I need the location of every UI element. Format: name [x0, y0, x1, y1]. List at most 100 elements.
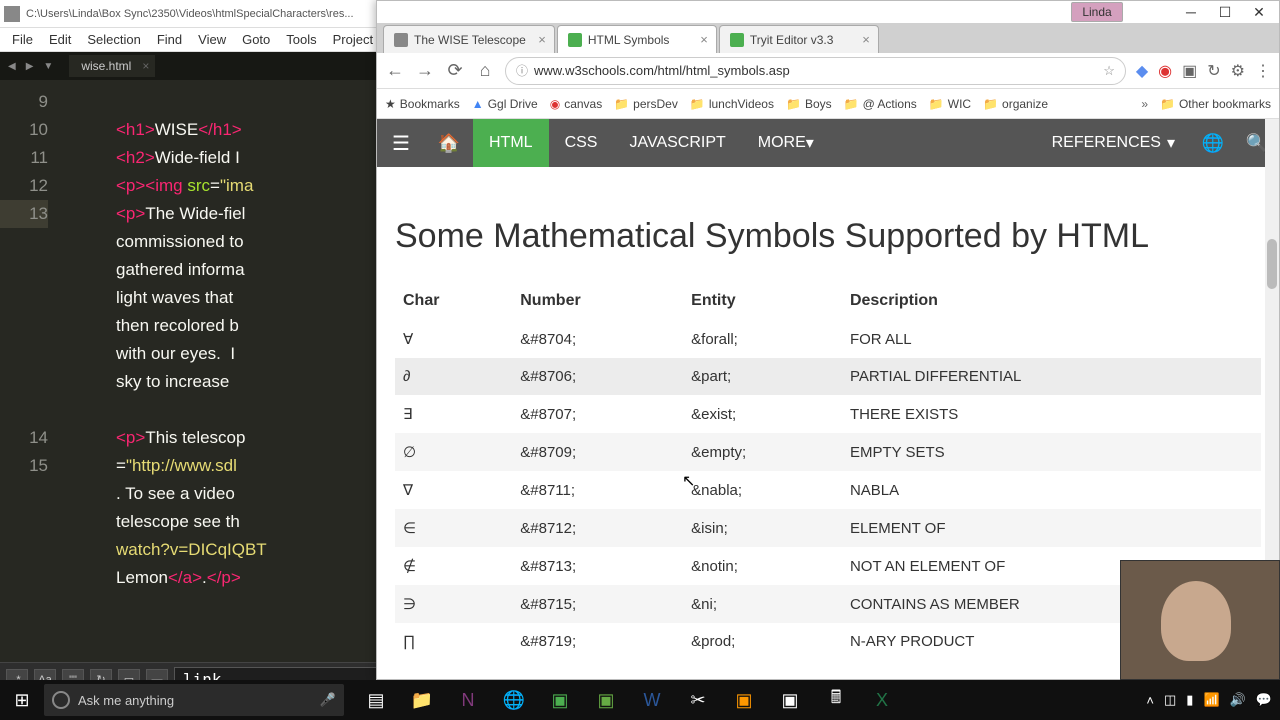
- url-bar[interactable]: ⓘ www.w3schools.com/html/html_symbols.as…: [505, 57, 1126, 85]
- app-icon[interactable]: ▣: [768, 681, 812, 719]
- ext-icon[interactable]: ◉: [1158, 61, 1172, 81]
- calc-icon[interactable]: 🖩: [814, 681, 858, 719]
- home-icon[interactable]: 🏠: [425, 133, 473, 154]
- tab-down-icon[interactable]: ▼: [39, 59, 57, 74]
- ext-icon[interactable]: ◆: [1136, 61, 1148, 81]
- scrollbar-thumb[interactable]: [1267, 239, 1277, 289]
- table-row: ∀&#8704;&forall;FOR ALL: [395, 320, 1261, 358]
- cell-entity: &forall;: [683, 320, 842, 358]
- mic-icon[interactable]: 🎤: [320, 692, 336, 708]
- sublime-icon[interactable]: ▣: [722, 681, 766, 719]
- nav-more[interactable]: MORE ▾: [742, 119, 830, 167]
- close-icon[interactable]: ×: [142, 59, 149, 73]
- close-icon[interactable]: ×: [538, 32, 546, 47]
- cell-entity: &part;: [683, 358, 842, 395]
- user-badge[interactable]: Linda: [1071, 2, 1122, 22]
- ext-icon[interactable]: ↻: [1207, 61, 1220, 81]
- explorer-icon[interactable]: 📁: [400, 681, 444, 719]
- tab-label: HTML Symbols: [588, 33, 670, 47]
- tab-prev-icon[interactable]: ◀: [4, 59, 20, 74]
- cell-entity: &prod;: [683, 623, 842, 660]
- url-text: www.w3schools.com/html/html_symbols.asp: [534, 63, 790, 78]
- tab-wise[interactable]: The WISE Telescope×: [383, 25, 555, 53]
- menu-edit[interactable]: Edit: [41, 30, 79, 49]
- maximize-button[interactable]: ☐: [1209, 2, 1241, 22]
- cell-char: ∂: [395, 358, 512, 395]
- globe-icon[interactable]: 🌐: [1191, 133, 1235, 154]
- table-row: ∈&#8712;&isin;ELEMENT OF: [395, 509, 1261, 547]
- ext-icon[interactable]: ▣: [1182, 61, 1197, 81]
- tab-html-symbols[interactable]: HTML Symbols ×: [557, 25, 717, 53]
- cell-desc: PARTIAL DIFFERENTIAL: [842, 358, 1261, 395]
- cell-entity: &isin;: [683, 509, 842, 547]
- editor-title: C:\Users\Linda\Box Sync\2350\Videos\html…: [26, 8, 354, 20]
- battery-icon[interactable]: ▮: [1186, 692, 1193, 708]
- editor-tab[interactable]: wise.html ×: [69, 55, 155, 77]
- word-icon[interactable]: W: [630, 681, 674, 719]
- start-button[interactable]: ⊞: [0, 680, 44, 720]
- bookmark-item[interactable]: 📁 WIC: [929, 97, 971, 111]
- excel-icon[interactable]: X: [860, 681, 904, 719]
- tab-tryit[interactable]: Tryit Editor v3.3×: [719, 25, 879, 53]
- page-heading: Some Mathematical Symbols Supported by H…: [395, 217, 1261, 256]
- menu-file[interactable]: File: [4, 30, 41, 49]
- forward-button[interactable]: →: [415, 60, 435, 81]
- menu-project[interactable]: Project: [325, 30, 381, 49]
- wifi-icon[interactable]: 📶: [1203, 692, 1219, 708]
- gutter: 9101112131415: [0, 80, 56, 662]
- app-icon[interactable]: ▣: [538, 681, 582, 719]
- favicon-icon: [568, 33, 582, 47]
- nav-html[interactable]: HTML: [473, 119, 549, 167]
- info-icon[interactable]: ⓘ: [516, 62, 528, 79]
- chrome-icon[interactable]: 🌐: [492, 681, 536, 719]
- system-tray[interactable]: ˄ ◫ ▮ 📶 🔊 💬: [1138, 692, 1280, 708]
- hamburger-icon[interactable]: ☰: [377, 131, 425, 156]
- bookmark-item[interactable]: ◉ canvas: [550, 97, 603, 111]
- taskview-icon[interactable]: ▤: [354, 681, 398, 719]
- bookmarks-overflow[interactable]: »: [1141, 97, 1148, 111]
- minimize-button[interactable]: ─: [1175, 2, 1207, 22]
- bookmark-item[interactable]: 📁 persDev: [614, 97, 678, 111]
- nav-css[interactable]: CSS: [549, 119, 614, 167]
- menu-find[interactable]: Find: [149, 30, 190, 49]
- menu-view[interactable]: View: [190, 30, 234, 49]
- nav-references[interactable]: REFERENCES ▾: [1036, 133, 1191, 153]
- cortana-search[interactable]: Ask me anything 🎤: [44, 684, 344, 716]
- taskbar-apps: ▤ 📁 N 🌐 ▣ ▣ W ✂ ▣ ▣ 🖩 X: [354, 680, 904, 720]
- bookmark-star-icon[interactable]: ☆: [1103, 63, 1115, 79]
- onenote-icon[interactable]: N: [446, 681, 490, 719]
- menu-icon[interactable]: ⋮: [1255, 61, 1271, 81]
- home-button[interactable]: ⌂: [475, 60, 495, 81]
- cell-number: &#8713;: [512, 547, 683, 585]
- tray-icon[interactable]: ◫: [1164, 692, 1176, 708]
- menu-tools[interactable]: Tools: [278, 30, 324, 49]
- close-button[interactable]: ✕: [1243, 2, 1275, 22]
- camtasia-icon[interactable]: ▣: [584, 681, 628, 719]
- snip-icon[interactable]: ✂: [676, 681, 720, 719]
- close-icon[interactable]: ×: [700, 32, 708, 47]
- other-bookmarks[interactable]: 📁 Other bookmarks: [1160, 97, 1271, 111]
- ext-icon[interactable]: ⚙: [1231, 61, 1245, 81]
- cell-number: &#8704;: [512, 320, 683, 358]
- bookmark-item[interactable]: 📁 organize: [983, 97, 1048, 111]
- cell-char: ∏: [395, 623, 512, 660]
- th-number: Number: [512, 282, 683, 320]
- menu-selection[interactable]: Selection: [79, 30, 148, 49]
- reload-button[interactable]: ⟳: [445, 60, 465, 81]
- tab-next-icon[interactable]: ▶: [22, 59, 38, 74]
- back-button[interactable]: ←: [385, 60, 405, 81]
- notifications-icon[interactable]: 💬: [1256, 692, 1272, 708]
- app-icon: [4, 6, 20, 22]
- bookmark-item[interactable]: 📁 @ Actions: [844, 97, 917, 111]
- bookmark-item[interactable]: ★ Bookmarks: [385, 97, 460, 111]
- bookmark-item[interactable]: ▲ Ggl Drive: [472, 97, 538, 111]
- nav-js[interactable]: JAVASCRIPT: [613, 119, 741, 167]
- menu-goto[interactable]: Goto: [234, 30, 278, 49]
- close-icon[interactable]: ×: [862, 32, 870, 47]
- cell-char: ∇: [395, 471, 512, 509]
- volume-icon[interactable]: 🔊: [1230, 692, 1246, 708]
- bookmark-item[interactable]: 📁 lunchVideos: [690, 97, 774, 111]
- bookmark-item[interactable]: 📁 Boys: [786, 97, 832, 111]
- tray-up-icon[interactable]: ˄: [1146, 693, 1154, 708]
- cell-number: &#8719;: [512, 623, 683, 660]
